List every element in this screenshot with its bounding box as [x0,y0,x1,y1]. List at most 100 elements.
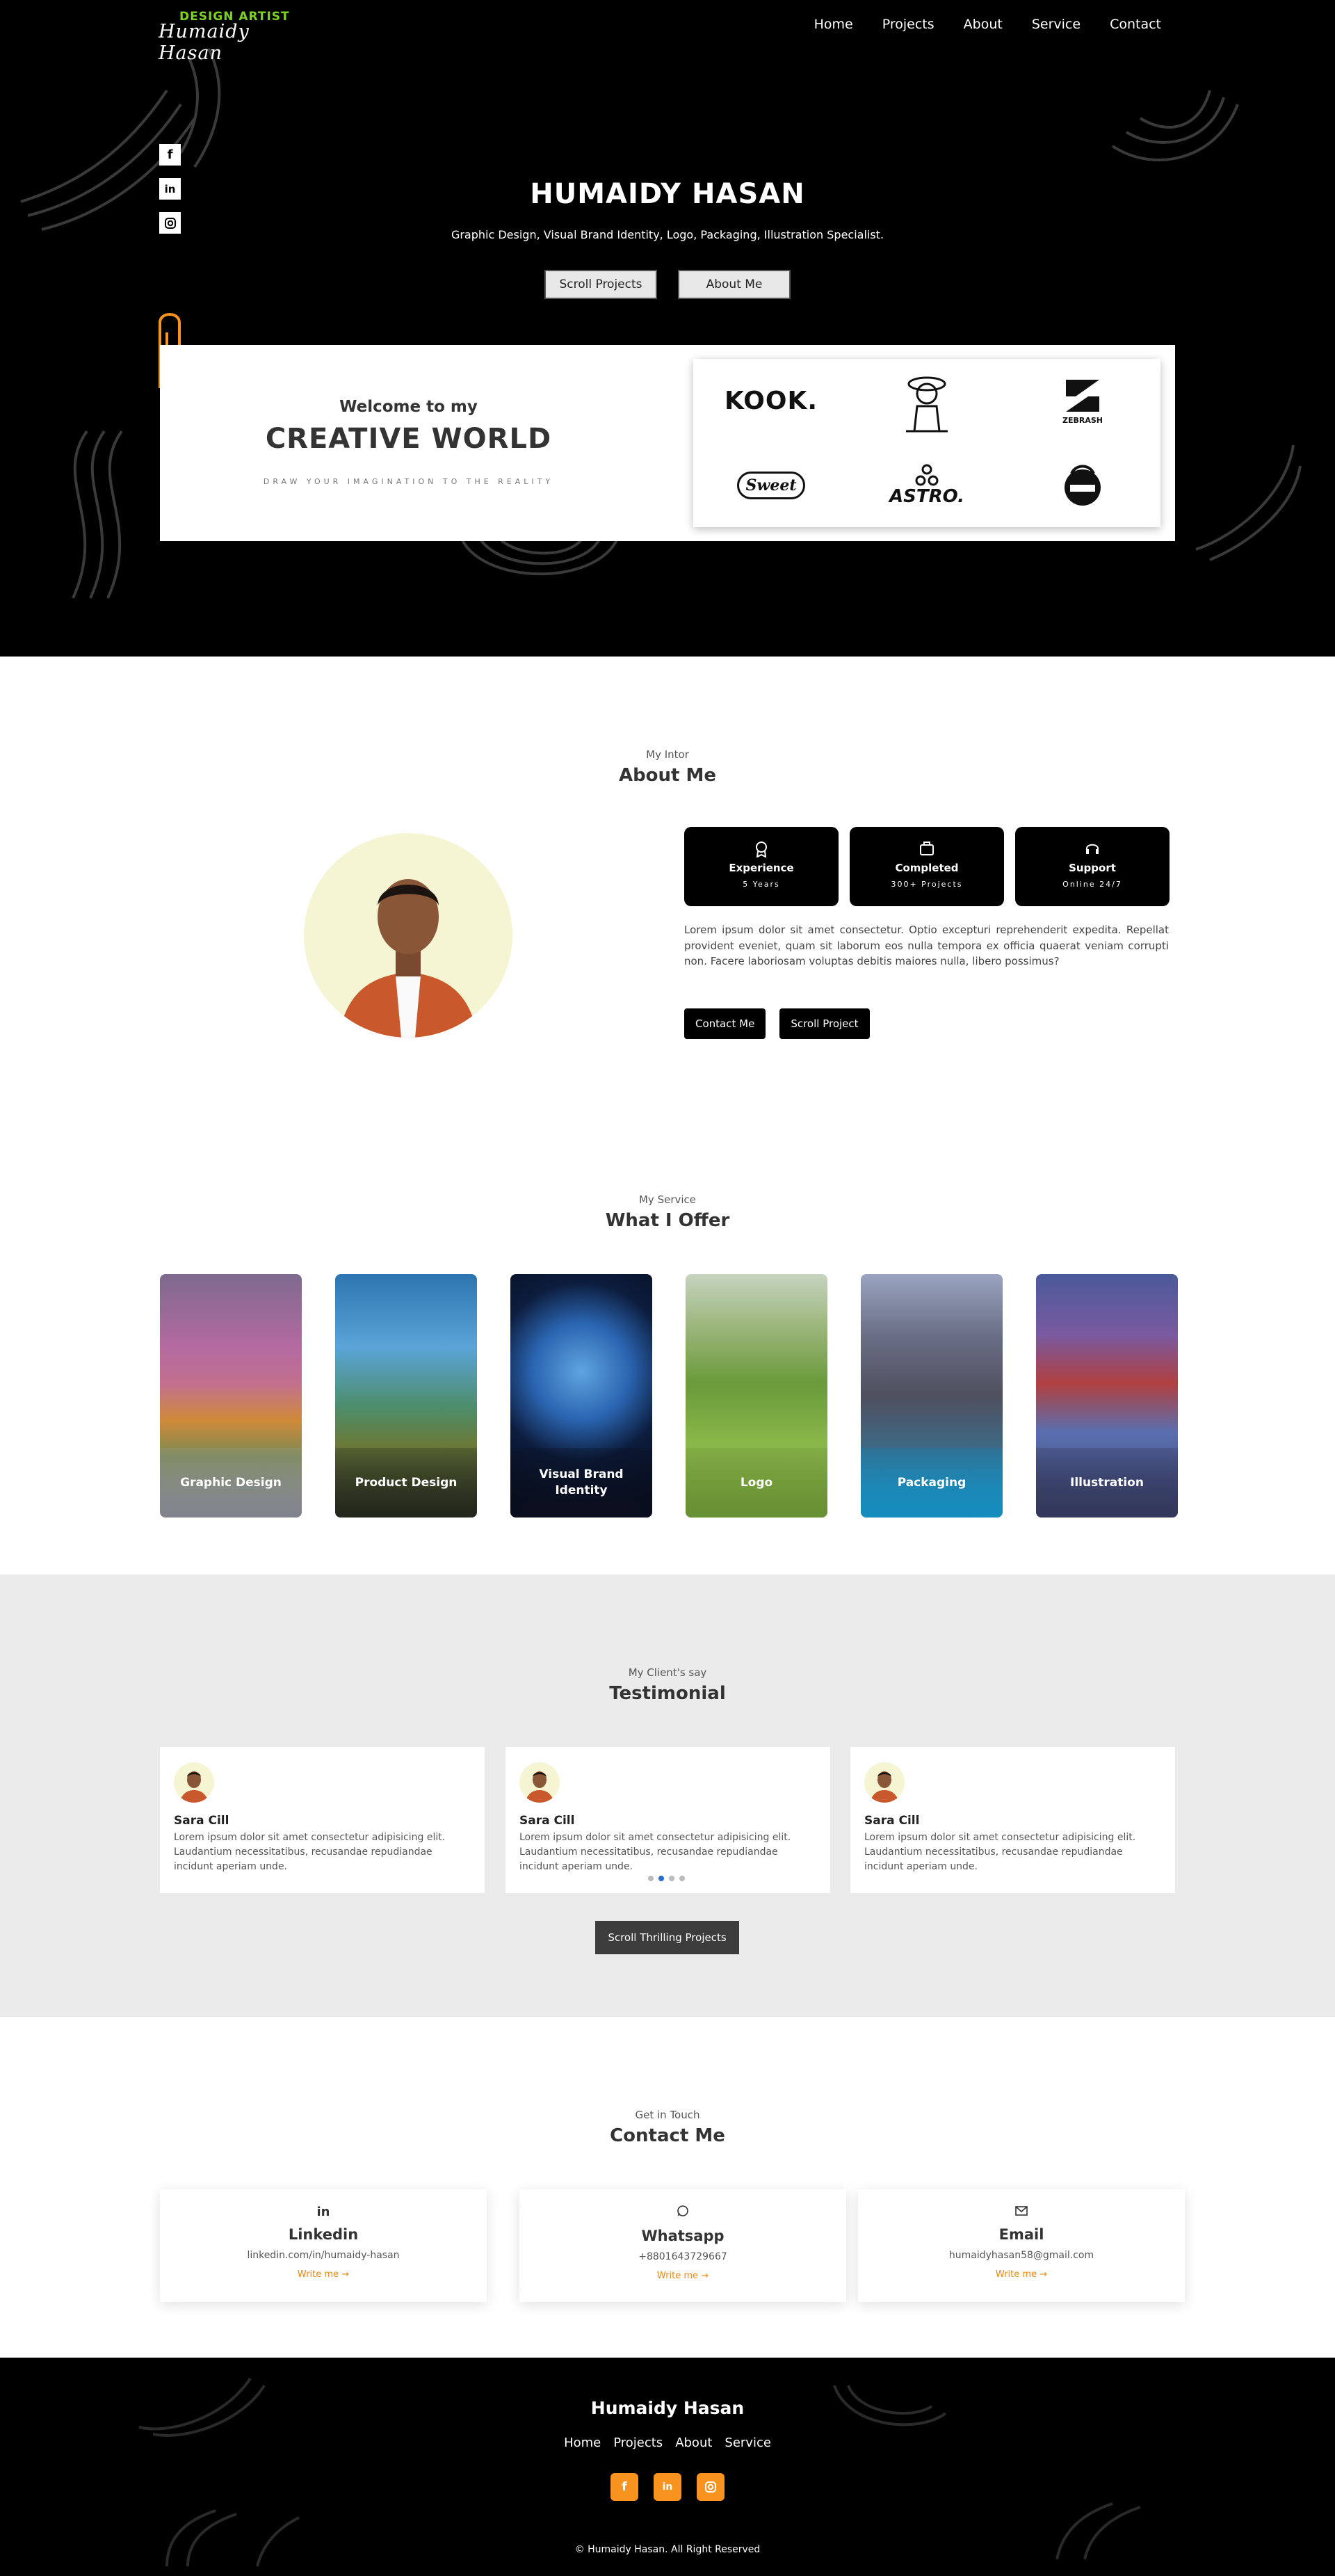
site-logo[interactable]: DESIGN ARTIST Humaidy Hasan [159,10,298,64]
nav-service[interactable]: Service [1032,17,1081,32]
copyright-text: © Humaidy Hasan. All Right Reserved [574,2544,761,2555]
brand-kook-text: KOOK. [724,387,818,415]
footer-nav-projects[interactable]: Projects [613,2436,663,2450]
linkedin-icon[interactable]: in [654,2473,681,2501]
service-title: Product Design [335,1448,477,1518]
hero-title: HUMAIDY HASAN [530,178,805,210]
linkedin-icon: in [316,2205,330,2219]
decorative-arcs [165,2509,300,2567]
contact-card-linkedin: in Linkedin linkedin.com/in/humaidy-hasa… [160,2189,487,2302]
brand-logo-badge [1005,443,1160,527]
testimonial-subheading: My Client's say [628,1666,707,1679]
carousel-dot[interactable] [648,1876,654,1881]
footer-social-links: f in [0,2473,1335,2501]
about-buttons: Contact Me Scroll Project [684,1008,870,1039]
brand-zebrash-text: ZEBRASH [1062,416,1103,425]
facebook-icon[interactable]: f [610,2473,638,2501]
decorative-arcs [72,430,123,599]
brand-logo-mascot [849,359,1005,443]
avatar [864,1762,905,1803]
mail-icon [858,2205,1185,2219]
avatar [174,1762,214,1803]
stat-completed: Completed 300+ Projects [850,827,1004,906]
nav-about[interactable]: About [964,17,1003,32]
service-card[interactable]: Graphic Design [160,1274,302,1518]
scroll-projects-button[interactable]: Scroll Projects [544,270,657,299]
brand-script-text: Sweet [736,471,806,499]
contact-subheading: Get in Touch [635,2109,700,2121]
service-card[interactable]: Visual Brand Identity [510,1274,652,1518]
brand-logo-script: Sweet [693,443,849,527]
client-name: Sara Cill [519,1814,575,1828]
brand-logo-kook: KOOK. [693,359,849,443]
nav-projects[interactable]: Projects [882,17,934,32]
carousel-dot[interactable] [669,1876,674,1881]
about-description: Lorem ipsum dolor sit amet consectetur. … [684,924,1169,967]
stat-title: Experience [729,862,794,874]
brand-logo-grid: KOOK. ZEBRASH Sweet ASTRO. [693,359,1160,527]
carousel-dot[interactable] [679,1876,685,1881]
stat-experience: Experience 5 Years [684,827,839,906]
client-quote: Lorem ipsum dolor sit amet consectetur a… [174,1832,446,1872]
instagram-icon[interactable] [697,2473,725,2501]
footer-nav-service[interactable]: Service [725,2436,771,2450]
briefcase-icon [850,841,1004,859]
carousel-dot-active[interactable] [658,1876,664,1881]
contact-value: linkedin.com/in/humaidy-hasan [247,2250,400,2261]
services-heading: What I Offer [605,1210,730,1231]
nav-home[interactable]: Home [814,17,853,32]
stat-value: 300+ Projects [891,880,963,889]
mascot-icon [906,376,948,432]
facebook-icon[interactable]: f [159,144,181,166]
nav-contact[interactable]: Contact [1110,17,1161,32]
service-title: Graphic Design [160,1448,302,1518]
brand-logo-zebrash: ZEBRASH [1005,359,1160,443]
contact-heading: Contact Me [610,2125,725,2146]
brand-astro-text: ASTRO. [889,485,964,507]
client-name: Sara Cill [864,1814,920,1828]
scroll-project-button[interactable]: Scroll Project [779,1008,870,1039]
write-me-link[interactable]: Write me → [519,2271,846,2281]
stat-value: Online 24/7 [1062,880,1122,889]
contact-title: Email [998,2226,1044,2243]
logo-signature: Humaidy Hasan [159,21,250,64]
zebra-icon [1066,380,1099,412]
contact-card-email: Email humaidyhasan58@gmail.com Write me … [858,2189,1185,2302]
service-card[interactable]: Packaging [861,1274,1003,1518]
footer-nav: Home Projects About Service [0,2436,1335,2450]
contact-title: Whatsapp [641,2228,725,2244]
service-card[interactable]: Product Design [335,1274,477,1518]
contact-card-whatsapp: Whatsapp +8801643729667 Write me → [519,2189,846,2302]
carousel-dots [648,1876,685,1881]
contact-me-button[interactable]: Contact Me [684,1008,766,1039]
stat-title: Completed [895,862,959,874]
decorative-arcs [1111,90,1239,161]
decorative-arcs [1055,2502,1141,2560]
award-icon [684,841,839,859]
footer-nav-home[interactable]: Home [564,2436,601,2450]
footer-name: Humaidy Hasan [590,2398,745,2418]
badge-icon [1065,465,1101,506]
profile-photo [304,833,512,1038]
about-me-button[interactable]: About Me [678,270,791,299]
welcome-text: Welcome to my [339,398,478,416]
service-card[interactable]: Logo [686,1274,827,1518]
stat-value: 5 Years [743,880,780,889]
write-me-link[interactable]: Write me → [160,2269,487,2280]
about-heading: About Me [618,765,717,786]
testimonial-card: Sara Cill Lorem ipsum dolor sit amet con… [505,1747,830,1893]
contact-value: humaidyhasan58@gmail.com [948,2250,1094,2261]
testimonial-card: Sara Cill Lorem ipsum dolor sit amet con… [160,1747,485,1893]
brand-logo-astro: ASTRO. [849,443,1005,527]
decorative-arcs [1195,444,1302,561]
whatsapp-icon [519,2205,846,2221]
client-quote: Lorem ipsum dolor sit amet consectetur a… [519,1832,791,1872]
scroll-thrilling-projects-button[interactable]: Scroll Thrilling Projects [595,1921,739,1954]
service-card[interactable]: Illustration [1036,1274,1178,1518]
footer-nav-about[interactable]: About [675,2436,712,2450]
write-me-link[interactable]: Write me → [858,2269,1185,2280]
about-subheading: My Intor [646,748,689,761]
services-list: Graphic Design Product Design Visual Bra… [160,1274,1178,1518]
stat-support: Support Online 24/7 [1015,827,1170,906]
creative-world-title: CREATIVE WORLD [265,423,552,455]
